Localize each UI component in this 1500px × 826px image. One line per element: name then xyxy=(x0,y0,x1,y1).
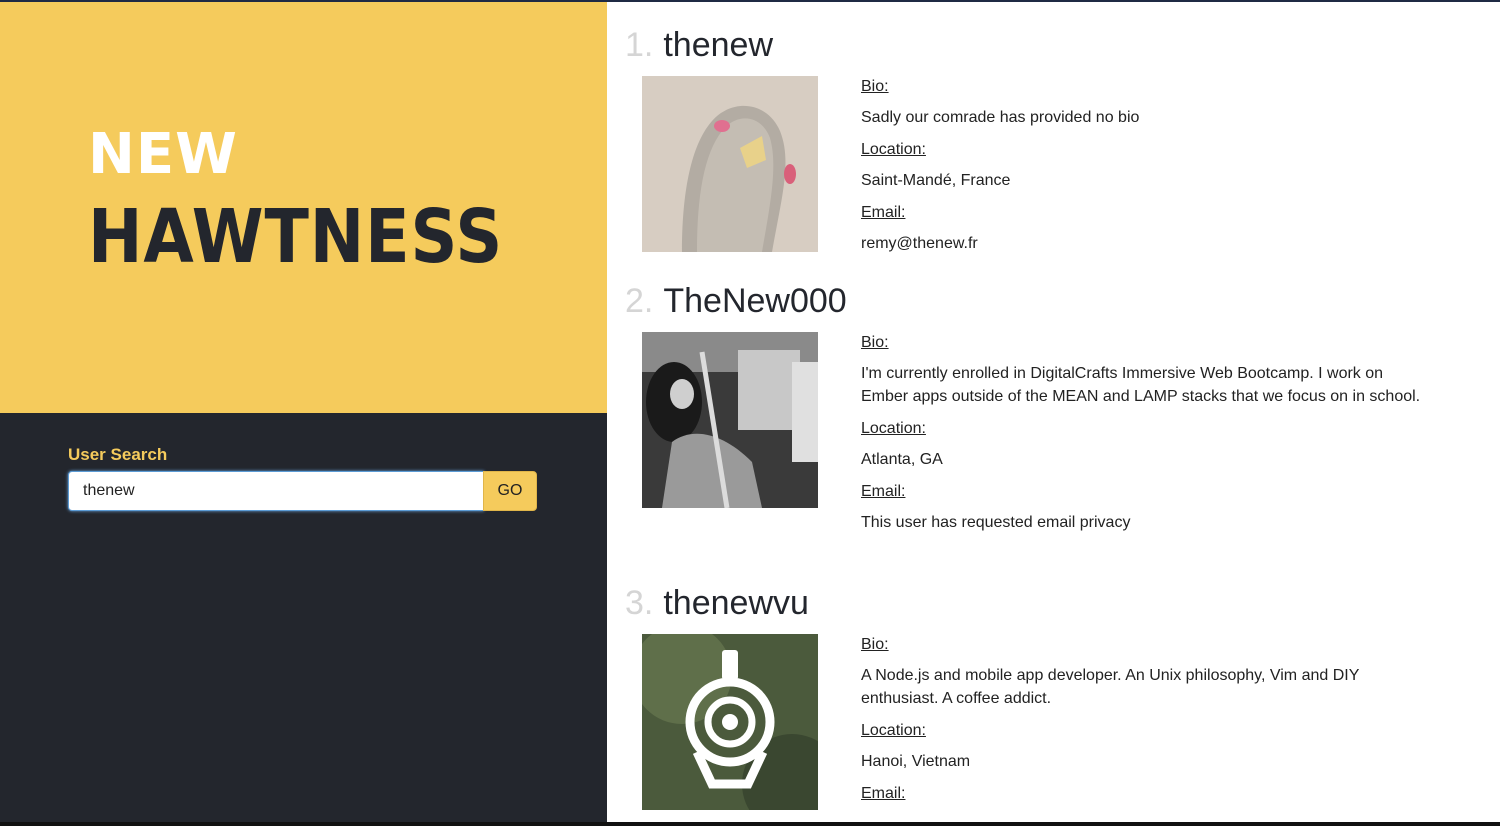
username[interactable]: thenewvu xyxy=(663,584,809,622)
avatar[interactable] xyxy=(642,332,818,508)
email-label: Email: xyxy=(861,204,906,221)
logo-line-new: NEW xyxy=(88,122,238,187)
location-text: Atlanta, GA xyxy=(861,451,943,468)
results-panel[interactable]: 1. thenew Bio: Sadly our comrade has prov… xyxy=(607,2,1500,822)
user-heading: 3. thenewvu xyxy=(625,584,809,624)
user-heading: 1. thenew xyxy=(625,26,773,66)
go-button[interactable]: GO xyxy=(483,471,537,511)
bottom-border xyxy=(0,822,1500,826)
user-info: Bio: A Node.js and mobile app developer.… xyxy=(861,634,1421,815)
result-number: 3. xyxy=(625,584,654,622)
location-label: Location: xyxy=(861,141,926,158)
result-number: 1. xyxy=(625,26,654,64)
user-info: Bio: Sadly our comrade has provided no b… xyxy=(861,76,1421,265)
avatar[interactable] xyxy=(642,634,818,810)
bio-text: A Node.js and mobile app developer. An U… xyxy=(861,667,1360,707)
bio-text: Sadly our comrade has provided no bio xyxy=(861,109,1140,126)
brand-hero: NEW HAWTNESS xyxy=(0,2,607,413)
bio-label: Bio: xyxy=(861,78,889,95)
search-panel: User Search GO xyxy=(0,413,607,822)
email-text: remy@thenew.fr xyxy=(861,235,978,252)
avatar[interactable] xyxy=(642,76,818,252)
left-panel: NEW HAWTNESS User Search GO xyxy=(0,2,607,822)
result-number: 2. xyxy=(625,282,654,320)
bio-label: Bio: xyxy=(861,334,889,351)
bio-text: I'm currently enrolled in DigitalCrafts … xyxy=(861,365,1421,405)
email-label: Email: xyxy=(861,785,906,802)
search-label: User Search xyxy=(68,445,168,464)
email-text: This user has requested email privacy xyxy=(861,514,1131,531)
logo-line-hawtness: HAWTNESS xyxy=(88,194,504,280)
location-label: Location: xyxy=(861,420,926,437)
email-label: Email: xyxy=(861,483,906,500)
location-text: Hanoi, Vietnam xyxy=(861,753,971,770)
search-input[interactable] xyxy=(68,471,484,511)
location-label: Location: xyxy=(861,722,926,739)
user-info: Bio: I'm currently enrolled in DigitalCr… xyxy=(861,332,1421,544)
user-heading: 2. TheNew000 xyxy=(625,282,847,322)
bio-label: Bio: xyxy=(861,636,889,653)
username[interactable]: TheNew000 xyxy=(663,282,846,320)
username[interactable]: thenew xyxy=(663,26,773,64)
location-text: Saint-Mandé, France xyxy=(861,172,1011,189)
